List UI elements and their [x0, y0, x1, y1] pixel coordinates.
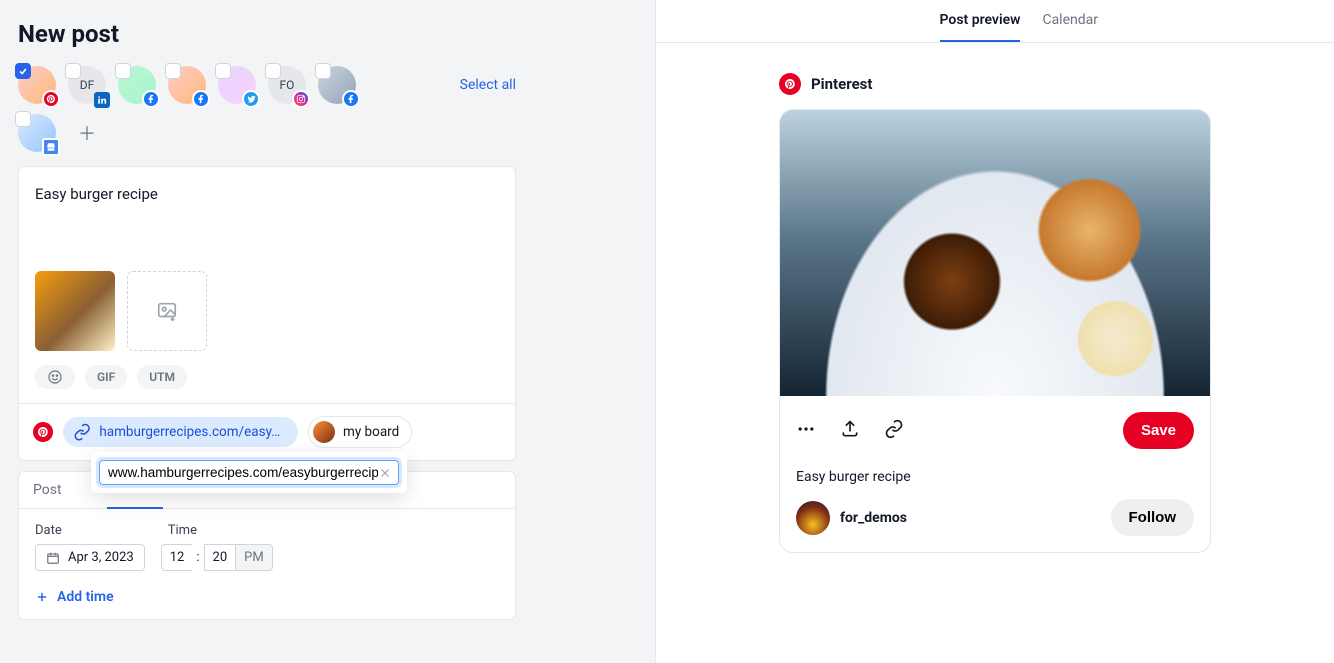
utm-button[interactable]: UTM	[137, 365, 187, 389]
profile-linkedin[interactable]: DF	[68, 66, 106, 104]
time-minute[interactable]: 20	[204, 544, 236, 571]
board-avatar	[313, 421, 335, 443]
profile-checkbox[interactable]	[165, 63, 181, 79]
clear-url-button[interactable]	[378, 466, 392, 480]
link-icon	[73, 423, 91, 441]
linkedin-icon	[94, 92, 110, 108]
date-label: Date	[35, 523, 62, 538]
profile-checkbox[interactable]	[15, 111, 31, 127]
date-value: Apr 3, 2023	[68, 550, 134, 565]
remove-link-button[interactable]	[288, 422, 290, 442]
profile-facebook-2[interactable]	[168, 66, 206, 104]
time-input[interactable]: 12 : 20 PM	[161, 544, 273, 571]
link-pill-label: hamburgerrecipes.com/easy…	[99, 424, 280, 440]
url-input[interactable]	[108, 465, 378, 480]
twitter-icon	[242, 90, 260, 108]
add-time-button[interactable]: Add time	[35, 589, 499, 605]
composer-card: GIF UTM hamburgerrecipes.com/easy… my bo…	[18, 166, 516, 461]
date-input[interactable]: Apr 3, 2023	[35, 544, 145, 571]
plus-icon	[35, 590, 49, 604]
preview-image	[780, 110, 1210, 396]
author-avatar	[796, 501, 830, 535]
profile-instagram[interactable]: FO	[268, 66, 306, 104]
profile-checkbox[interactable]	[15, 63, 31, 79]
smile-icon	[47, 369, 63, 385]
link-icon[interactable]	[884, 419, 904, 443]
profile-checkbox[interactable]	[315, 63, 331, 79]
more-icon[interactable]	[796, 419, 816, 443]
author-name: for_demos	[840, 510, 907, 526]
page-title: New post	[18, 20, 637, 48]
time-hour[interactable]: 12	[161, 544, 193, 571]
profile-checkbox[interactable]	[265, 63, 281, 79]
add-time-label: Add time	[57, 589, 114, 605]
select-all-link[interactable]: Select all	[460, 77, 516, 93]
profile-checkbox[interactable]	[215, 63, 231, 79]
save-button[interactable]: Save	[1123, 412, 1194, 449]
profile-gmb[interactable]	[18, 114, 56, 152]
profile-pinterest[interactable]	[18, 66, 56, 104]
facebook-icon	[192, 90, 210, 108]
tab-post-preview[interactable]: Post preview	[940, 12, 1021, 42]
tab-post[interactable]: Post	[19, 472, 76, 508]
profile-selector: DF FO	[18, 66, 356, 104]
follow-button[interactable]: Follow	[1111, 499, 1195, 536]
image-add-icon	[156, 300, 178, 322]
url-popover	[91, 452, 407, 493]
emoji-picker-button[interactable]	[35, 365, 75, 389]
pinterest-preview-card: Save Easy burger recipe for_demos Follow	[779, 109, 1211, 553]
pinterest-icon	[33, 422, 53, 442]
add-profile-button[interactable]: ＋	[68, 114, 106, 152]
tab-calendar[interactable]: Calendar	[1042, 12, 1098, 42]
time-label: Time	[168, 523, 197, 538]
profile-checkbox[interactable]	[115, 63, 131, 79]
calendar-icon	[46, 551, 60, 565]
profile-checkbox[interactable]	[65, 63, 81, 79]
board-name: my board	[343, 424, 399, 440]
facebook-icon	[142, 90, 160, 108]
media-thumbnail[interactable]	[35, 271, 115, 351]
gmb-icon	[42, 138, 60, 156]
instagram-icon	[292, 90, 310, 108]
profile-twitter[interactable]	[218, 66, 256, 104]
preview-caption: Easy burger recipe	[796, 469, 1194, 485]
pinterest-icon	[779, 73, 801, 95]
pinterest-icon	[42, 90, 60, 108]
share-icon[interactable]	[840, 419, 860, 443]
facebook-icon	[342, 90, 360, 108]
profile-facebook-1[interactable]	[118, 66, 156, 104]
link-pill[interactable]: hamburgerrecipes.com/easy…	[63, 417, 298, 447]
gif-button[interactable]: GIF	[85, 365, 127, 389]
post-text-input[interactable]	[19, 167, 515, 267]
board-pill[interactable]: my board	[308, 416, 412, 448]
profile-facebook-3[interactable]	[318, 66, 356, 104]
schedule-card: Post Date Time Apr 3, 2023 12 : 20 PM	[18, 471, 516, 620]
time-ampm[interactable]: PM	[235, 544, 273, 571]
add-media-button[interactable]	[127, 271, 207, 351]
preview-platform-label: Pinterest	[811, 75, 872, 93]
